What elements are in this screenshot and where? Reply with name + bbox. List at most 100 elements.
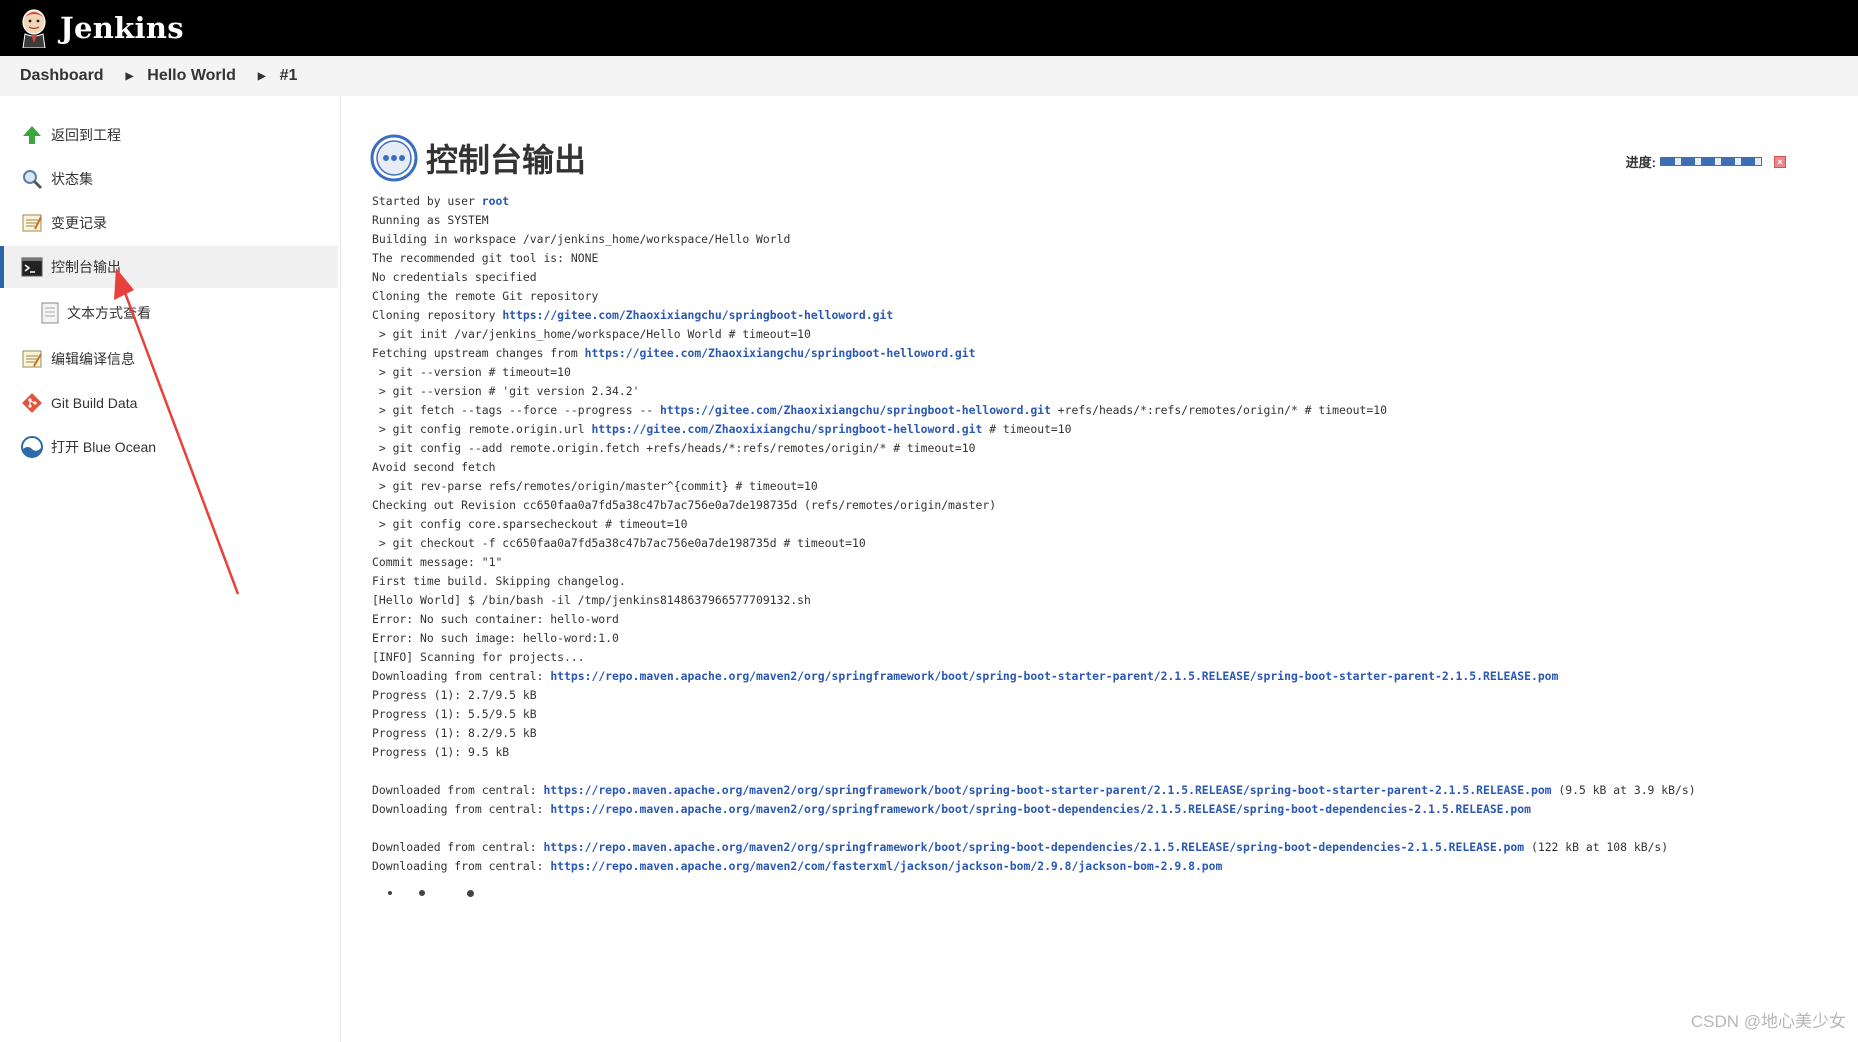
console-link[interactable]: https://repo.maven.apache.org/maven2/org… bbox=[550, 802, 1531, 816]
build-progress: 进度: × bbox=[1626, 152, 1786, 171]
console-text: > git --version # timeout=10 bbox=[372, 365, 571, 379]
console-line: The recommended git tool is: NONE bbox=[372, 249, 1858, 268]
console-line: > git --version # timeout=10 bbox=[372, 363, 1858, 382]
console-line: Progress (1): 9.5 kB bbox=[372, 743, 1858, 762]
console-line: Cloning the remote Git repository bbox=[372, 287, 1858, 306]
console-text: No credentials specified bbox=[372, 270, 537, 284]
console-link[interactable]: https://gitee.com/Zhaoxixiangchu/springb… bbox=[502, 308, 893, 322]
console-text: Started by user bbox=[372, 194, 482, 208]
console-text: Downloaded from central: bbox=[372, 783, 544, 797]
console-link[interactable]: https://repo.maven.apache.org/maven2/org… bbox=[550, 669, 1558, 683]
console-output: Started by user root Running as SYSTEM Bui… bbox=[372, 192, 1858, 876]
progress-label: 进度: bbox=[1625, 155, 1656, 170]
sidebar-item-view-as-text[interactable]: 文本方式查看 bbox=[0, 292, 338, 334]
stop-build-icon[interactable]: × bbox=[1774, 155, 1786, 168]
console-text: > git config core.sparsecheckout # timeo… bbox=[372, 517, 688, 531]
console-text: Error: No such container: hello-word bbox=[372, 612, 619, 626]
breadcrumb-hello-world[interactable]: Hello World bbox=[147, 67, 236, 85]
sidebar-item-back-to-project[interactable]: 返回到工程 bbox=[0, 114, 338, 156]
console-text: Running as SYSTEM bbox=[372, 213, 489, 227]
console-line: > git config remote.origin.url https://g… bbox=[372, 420, 1858, 439]
console-line: > git init /var/jenkins_home/workspace/H… bbox=[372, 325, 1858, 344]
sidebar-item-changes[interactable]: 变更记录 bbox=[0, 202, 338, 244]
blue-ocean-icon bbox=[20, 435, 44, 459]
console-line: Fetching upstream changes from https://g… bbox=[372, 344, 1858, 363]
console-line: Downloading from central: https://repo.m… bbox=[372, 667, 1858, 686]
loading-spinner bbox=[388, 890, 474, 897]
console-text: Checking out Revision cc650faa0a7fd5a38c… bbox=[372, 498, 997, 512]
console-line: > git config --add remote.origin.fetch +… bbox=[372, 439, 1858, 458]
console-text: Commit message: "1" bbox=[372, 555, 503, 569]
spinner-dot bbox=[467, 890, 474, 897]
console-text: The recommended git tool is: NONE bbox=[372, 251, 599, 265]
console-text: > git rev-parse refs/remotes/origin/mast… bbox=[372, 479, 818, 493]
console-link[interactable]: root bbox=[482, 194, 509, 208]
console-link[interactable]: https://gitee.com/Zhaoxixiangchu/springb… bbox=[591, 422, 982, 436]
console-text: > git fetch --tags --force --progress -- bbox=[372, 403, 661, 417]
sidebar-item-console-output[interactable]: 控制台输出 bbox=[0, 246, 338, 288]
sidebar-item-label: 控制台输出 bbox=[51, 259, 121, 275]
console-link[interactable]: https://repo.maven.apache.org/maven2/org… bbox=[543, 783, 1551, 797]
console-line: Downloaded from central: https://repo.ma… bbox=[372, 838, 1858, 857]
breadcrumb-build-number[interactable]: #1 bbox=[280, 67, 298, 85]
breadcrumb: Dashboard ▶ Hello World ▶ #1 bbox=[0, 56, 1858, 96]
console-text: # timeout=10 bbox=[982, 422, 1072, 436]
main-panel: 控制台输出 进度: × Started by user root Running … bbox=[340, 96, 1858, 1042]
console-line: > git fetch --tags --force --progress --… bbox=[372, 401, 1858, 420]
console-line: Building in workspace /var/jenkins_home/… bbox=[372, 230, 1858, 249]
console-text: Fetching upstream changes from bbox=[372, 346, 585, 360]
console-text: Avoid second fetch bbox=[372, 460, 496, 474]
console-link[interactable]: https://gitee.com/Zhaoxixiangchu/springb… bbox=[660, 403, 1051, 417]
console-line: Commit message: "1" bbox=[372, 553, 1858, 572]
jenkins-logo-icon[interactable] bbox=[18, 8, 50, 48]
document-icon bbox=[40, 301, 60, 325]
jenkins-brand[interactable]: Jenkins bbox=[60, 11, 184, 45]
page-title-text: 控制台输出 bbox=[426, 142, 587, 178]
sidebar-item-label: Git Build Data bbox=[51, 395, 138, 411]
console-line: Cloning repository https://gitee.com/Zha… bbox=[372, 306, 1858, 325]
breadcrumb-chevron-icon[interactable]: ▶ bbox=[126, 71, 134, 82]
console-line: Error: No such container: hello-word bbox=[372, 610, 1858, 629]
sidebar-item-label: 打开 Blue Ocean bbox=[51, 439, 157, 455]
console-text: Downloaded from central: bbox=[372, 840, 544, 854]
git-icon bbox=[20, 391, 44, 415]
console-text: [INFO] Scanning for projects... bbox=[372, 650, 585, 664]
console-line: Progress (1): 2.7/9.5 kB bbox=[372, 686, 1858, 705]
magnifier-icon bbox=[20, 167, 44, 191]
console-text: Progress (1): 8.2/9.5 kB bbox=[372, 726, 537, 740]
sidebar-item-status[interactable]: 状态集 bbox=[0, 158, 338, 200]
sidebar-item-label: 返回到工程 bbox=[51, 127, 121, 143]
page-title: 控制台输出 bbox=[370, 134, 586, 182]
console-line: Avoid second fetch bbox=[372, 458, 1858, 477]
console-link[interactable]: https://repo.maven.apache.org/maven2/com… bbox=[550, 859, 1222, 873]
console-line: Running as SYSTEM bbox=[372, 211, 1858, 230]
up-arrow-icon bbox=[20, 123, 44, 147]
breadcrumb-dashboard[interactable]: Dashboard bbox=[20, 67, 104, 85]
console-text: +refs/heads/*:refs/remotes/origin/* # ti… bbox=[1050, 403, 1387, 417]
console-line: Started by user root bbox=[372, 192, 1858, 211]
header-bar: Jenkins bbox=[0, 0, 1858, 56]
console-line: > git --version # 'git version 2.34.2' bbox=[372, 382, 1858, 401]
console-text: > git config remote.origin.url bbox=[372, 422, 592, 436]
console-link[interactable]: https://gitee.com/Zhaoxixiangchu/springb… bbox=[585, 346, 976, 360]
console-line: Downloaded from central: https://repo.ma… bbox=[372, 781, 1858, 800]
console-line: Downloading from central: https://repo.m… bbox=[372, 857, 1858, 876]
watermark: CSDN @地心美少女 bbox=[1690, 1012, 1846, 1031]
console-text: > git checkout -f cc650faa0a7fd5a38c47b7… bbox=[372, 536, 866, 550]
notepad-icon bbox=[20, 211, 44, 235]
console-text: (9.5 kB at 3.9 kB/s) bbox=[1551, 783, 1696, 797]
sidebar-item-edit-build-info[interactable]: 编辑编译信息 bbox=[0, 338, 338, 380]
console-line: > git checkout -f cc650faa0a7fd5a38c47b7… bbox=[372, 534, 1858, 553]
sidebar-item-git-build-data[interactable]: Git Build Data bbox=[0, 382, 338, 424]
sidebar-item-label: 状态集 bbox=[51, 171, 93, 187]
console-line: > git rev-parse refs/remotes/origin/mast… bbox=[372, 477, 1858, 496]
console-text: Progress (1): 2.7/9.5 kB bbox=[372, 688, 537, 702]
console-line: [Hello World] $ /bin/bash -il /tmp/jenki… bbox=[372, 591, 1858, 610]
console-link[interactable]: https://repo.maven.apache.org/maven2/org… bbox=[543, 840, 1524, 854]
console-line: No credentials specified bbox=[372, 268, 1858, 287]
breadcrumb-chevron-icon[interactable]: ▶ bbox=[258, 71, 266, 82]
sidebar-item-blue-ocean[interactable]: 打开 Blue Ocean bbox=[0, 426, 338, 468]
spinner-dot bbox=[388, 891, 392, 895]
console-line: Progress (1): 8.2/9.5 kB bbox=[372, 724, 1858, 743]
